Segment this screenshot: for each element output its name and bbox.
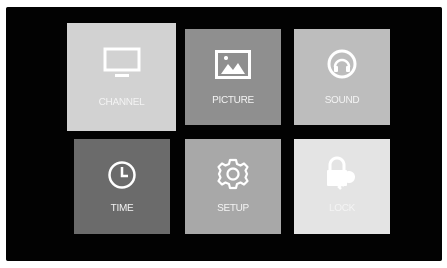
tv-icon [103,47,141,86]
menu-label-picture: PICTURE [212,95,254,106]
menu-tile-sound[interactable]: SOUND [294,29,390,125]
menu-tile-channel[interactable]: CHANNEL [67,23,176,131]
headphones-icon [326,48,358,85]
menu-label-lock: LOCK [328,203,356,214]
menu-tile-lock[interactable]: LOCK [294,139,390,234]
menu-tile-picture[interactable]: PICTURE [185,29,281,125]
clock-icon [107,160,137,195]
menu-tile-time[interactable]: TIME [74,139,170,234]
menu-tile-setup[interactable]: SETUP [185,139,281,234]
menu-label-sound: SOUND [324,95,360,106]
menu-label-setup: SETUP [217,203,249,214]
menu-label-time: TIME [110,203,134,214]
picture-icon [215,50,251,85]
lock-icon [324,156,360,197]
menu-label-channel: CHANNEL [98,97,145,108]
gear-icon [216,157,250,196]
